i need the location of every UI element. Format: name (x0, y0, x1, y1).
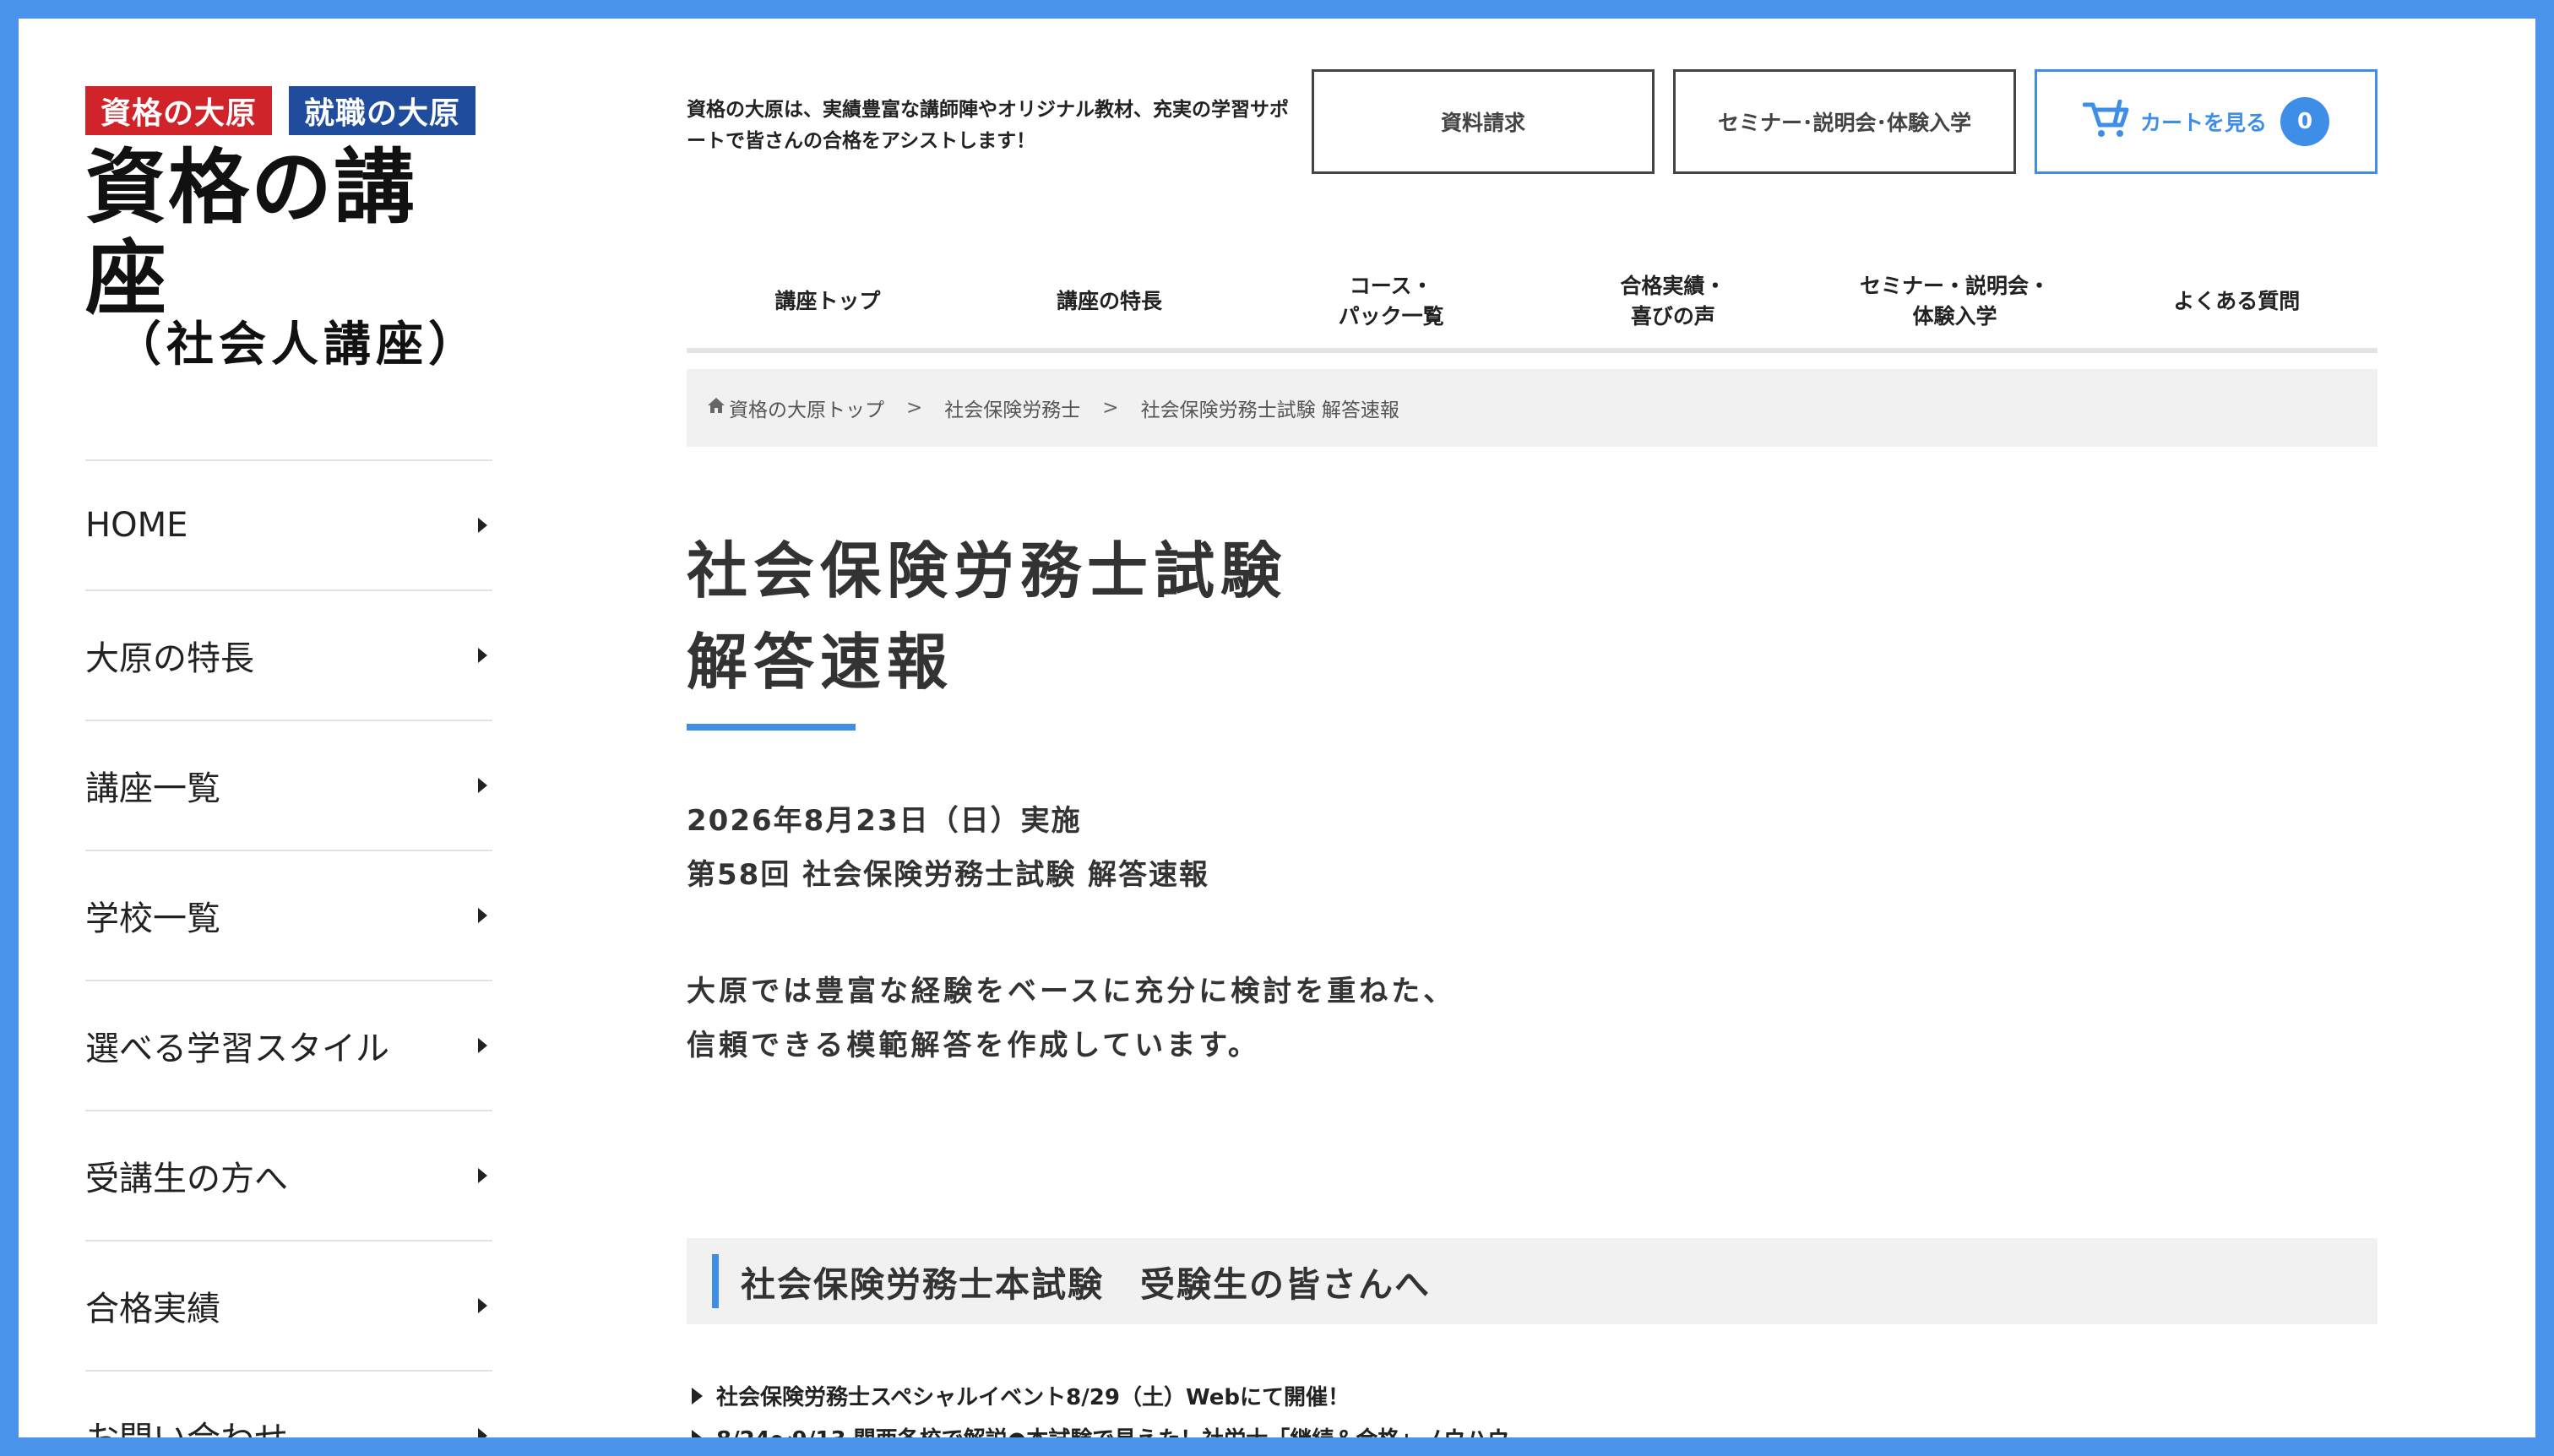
news-link-label: 社会保険労務士スペシャルイベント8/29（土）Webにて開催！ (716, 1385, 1350, 1410)
sidebar-item-label: 大原の特長 (85, 639, 254, 678)
cart-icon (2082, 99, 2130, 144)
nav-faq[interactable]: よくある質問 (2095, 255, 2377, 348)
badge-shikaku[interactable]: 資格の大原 (85, 86, 273, 135)
page-title-line-2: 解答速報 (687, 627, 954, 698)
sidebar: 資格の大原 就職の大原 資格の講座 （社会人講座） HOME 大原の特長 講座一… (85, 86, 492, 1437)
nav-course-top[interactable]: 講座トップ (687, 255, 969, 348)
sidebar-item-contact[interactable]: お問い合わせ (85, 1372, 492, 1437)
caret-right-icon (478, 1428, 487, 1437)
sidebar-item-label: 受講生の方へ (85, 1160, 288, 1198)
sidebar-item-label: 選べる学習スタイル (85, 1030, 389, 1068)
intro-text-line-1: 大原では豊富な経験をベースに充分に検討を重ねた、 (687, 975, 1456, 1008)
nav-course-list[interactable]: コース・ パック一覧 (1250, 255, 1532, 348)
main-nav: 講座トップ 講座の特長 コース・ パック一覧 合格実績・ 喜びの声 セミナー・説… (687, 255, 2377, 353)
section-heading-bar (712, 1254, 719, 1308)
breadcrumb: 資格の大原トップ > 社会保険労務士 > 社会保険労務士試験 解答速報 (687, 369, 2377, 447)
news-link[interactable]: 社会保険労務士スペシャルイベント8/29（土）Webにて開催！ (692, 1380, 1350, 1411)
breadcrumb-separator: > (906, 397, 923, 419)
exam-date: 2026年8月23日（日）実施 (687, 804, 1082, 838)
sidebar-item-label: 合格実績 (85, 1290, 220, 1328)
breadcrumb-separator: > (1102, 397, 1119, 419)
exam-name: 第58回 社会保険労務士試験 解答速報 (687, 858, 1209, 892)
title-underline (687, 724, 856, 731)
news-link[interactable]: 8/24～9/13 関西各校で解説●本試験で見えた！社労士「継続＆合格」ノウハウ (692, 1422, 1509, 1437)
sidebar-item-students[interactable]: 受講生の方へ (85, 1111, 492, 1241)
seminar-button[interactable]: セミナー･説明会･体験入学 (1673, 69, 2016, 174)
site-title[interactable]: 資格の講座 (85, 142, 492, 324)
site-subtitle: （社会人講座） (114, 318, 481, 372)
caret-right-icon (478, 518, 487, 533)
header-tagline: 資格の大原は、実績豊富な講師陣やオリジナル教材、充実の学習サポートで皆さんの合格… (687, 99, 1289, 152)
caret-right-icon (478, 648, 487, 663)
caret-right-icon (478, 778, 487, 793)
side-nav: HOME 大原の特長 講座一覧 学校一覧 選べる学習スタイル 受講生の方へ 合格… (85, 459, 492, 1437)
nav-seminar[interactable]: セミナー・説明会・ 体験入学 (1814, 255, 2096, 348)
triangle-right-icon (692, 1429, 703, 1437)
news-link-label: 8/24～9/13 関西各校で解説●本試験で見えた！社労士「継続＆合格」ノウハウ (716, 1422, 1509, 1437)
sidebar-item-study-style[interactable]: 選べる学習スタイル (85, 981, 492, 1111)
caret-right-icon (478, 1168, 487, 1183)
breadcrumb-home-link[interactable]: 資格の大原トップ (729, 394, 884, 422)
sidebar-item-courses[interactable]: 講座一覧 (85, 721, 492, 851)
section-title: 社会保険労務士本試験 受験生の皆さんへ (741, 1264, 1431, 1305)
page-title-line-1: 社会保険労務士試験 (687, 535, 1288, 606)
badge-shushoku[interactable]: 就職の大原 (289, 86, 476, 135)
sidebar-item-results[interactable]: 合格実績 (85, 1241, 492, 1372)
sidebar-item-features[interactable]: 大原の特長 (85, 591, 492, 721)
sidebar-item-label: HOME (85, 506, 188, 545)
caret-right-icon (478, 908, 487, 923)
page-frame: 資格の大原 就職の大原 資格の講座 （社会人講座） HOME 大原の特長 講座一… (19, 19, 2535, 1437)
nav-course-features[interactable]: 講座の特長 (969, 255, 1251, 348)
seminar-label: セミナー･説明会･体験入学 (1717, 111, 1971, 135)
cart-label: カートを見る (2139, 111, 2267, 135)
sidebar-item-home[interactable]: HOME (85, 461, 492, 591)
caret-right-icon (478, 1298, 487, 1313)
section-heading-box: 社会保険労務士本試験 受験生の皆さんへ (687, 1238, 2377, 1324)
sidebar-item-schools[interactable]: 学校一覧 (85, 851, 492, 981)
nav-results[interactable]: 合格実績・ 喜びの声 (1532, 255, 1814, 348)
intro-text-line-2: 信頼できる模範解答を作成しています。 (687, 1029, 1260, 1062)
sidebar-item-label: お問い合わせ (85, 1411, 288, 1437)
breadcrumb-sharoushi-link[interactable]: 社会保険労務士 (944, 394, 1080, 422)
home-icon (707, 397, 725, 419)
view-cart-button[interactable]: カートを見る 0 (2035, 69, 2377, 174)
sidebar-item-label: 講座一覧 (85, 769, 220, 808)
breadcrumb-current: 社会保険労務士試験 解答速報 (1140, 399, 1399, 421)
brand-badges: 資格の大原 就職の大原 (85, 86, 492, 135)
request-materials-label: 資料請求 (1440, 111, 1525, 135)
page-title: 社会保険労務士試験 解答速報 (687, 525, 1287, 708)
cart-count-badge: 0 (2280, 97, 2329, 146)
request-materials-button[interactable]: 資料請求 (1312, 69, 1655, 174)
sidebar-item-label: 学校一覧 (85, 899, 220, 938)
triangle-right-icon (692, 1387, 703, 1404)
caret-right-icon (478, 1038, 487, 1053)
